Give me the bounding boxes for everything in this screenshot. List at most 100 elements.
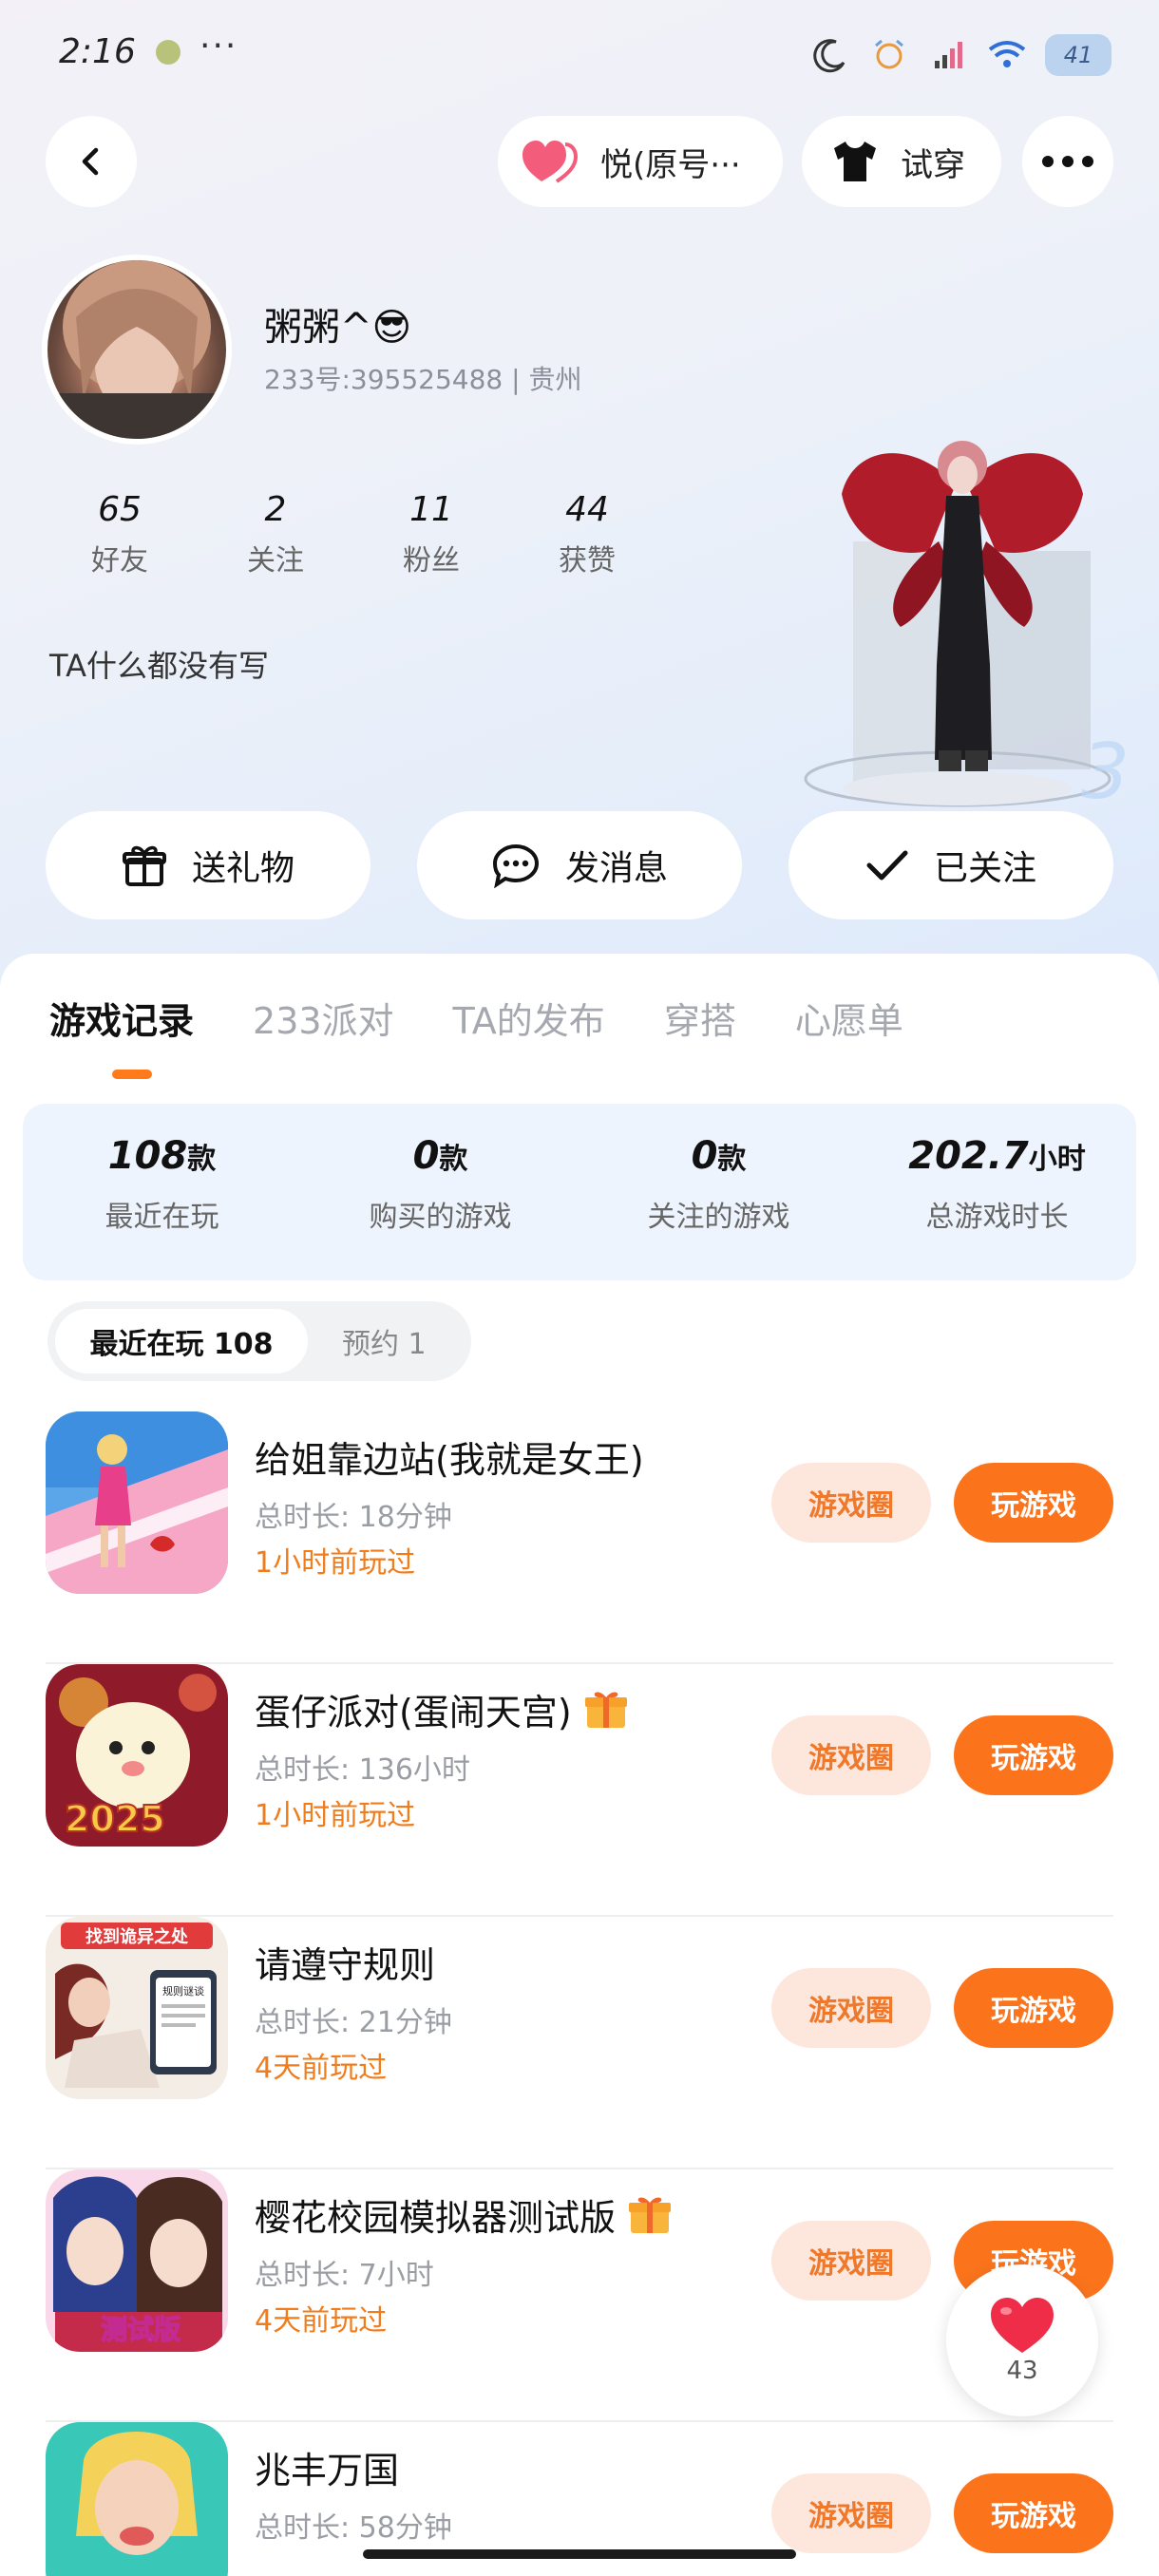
game-icon[interactable]: 测试版 bbox=[46, 2169, 228, 2352]
game-title-text: 兆丰万国 bbox=[255, 2450, 400, 2491]
game-duration: 总时长: 7小时 bbox=[255, 2259, 434, 2292]
profile-tabs: 游戏记录 233派对 TA的发布 穿搭 心愿单 bbox=[49, 992, 903, 1044]
game-duration: 总时长: 58分钟 bbox=[255, 2511, 452, 2545]
game-title: 请遵守规则 bbox=[255, 1936, 435, 1988]
status-more-icon: ··· bbox=[200, 27, 238, 66]
send-gift-button[interactable]: 送礼物 bbox=[46, 811, 370, 919]
stat-value: 44 bbox=[565, 490, 609, 529]
try-on-label: 试穿 bbox=[901, 145, 965, 184]
tab-outfits[interactable]: 穿搭 bbox=[664, 992, 736, 1044]
game-duration: 总时长: 21分钟 bbox=[255, 2006, 452, 2039]
stat-value: 11 bbox=[409, 490, 453, 529]
game-duration: 总时长: 18分钟 bbox=[255, 1501, 452, 1534]
send-gift-label: 送礼物 bbox=[191, 849, 294, 888]
game-title: 兆丰万国 bbox=[255, 2441, 399, 2493]
avatar-figure-image[interactable]: 3 bbox=[796, 427, 1138, 826]
summary-followed[interactable]: 0款 关注的游戏 bbox=[580, 1104, 858, 1280]
game-title-text: 请遵守规则 bbox=[255, 1944, 436, 1986]
summary-value: 108款 bbox=[23, 1134, 301, 1178]
tab-posts[interactable]: TA的发布 bbox=[453, 992, 605, 1044]
stat-likes[interactable]: 44 获赞 bbox=[509, 490, 665, 578]
game-last-played: 1小时前玩过 bbox=[255, 1799, 416, 1832]
subtab-recent[interactable]: 最近在玩 108 bbox=[55, 1309, 308, 1373]
summary-value: 202.7小时 bbox=[858, 1134, 1136, 1178]
tab-game-records[interactable]: 游戏记录 bbox=[49, 992, 194, 1044]
send-message-label: 发消息 bbox=[564, 849, 668, 888]
summary-label: 购买的游戏 bbox=[369, 1201, 512, 1234]
status-time: 2:16 bbox=[59, 32, 136, 71]
heart-icon bbox=[991, 2298, 1054, 2353]
game-row[interactable]: 给姐靠边站(我就是女王) 总时长: 18分钟 1小时前玩过 游戏圈 玩游戏 bbox=[0, 1411, 1159, 1664]
game-last-played: 4天前玩过 bbox=[255, 2304, 388, 2338]
game-title: 蛋仔派对(蛋闹天宫) bbox=[255, 1683, 629, 1735]
game-title: 给姐靠边站(我就是女王) bbox=[255, 1430, 644, 1483]
heart-icon bbox=[522, 141, 579, 183]
game-last-played: 1小时前玩过 bbox=[255, 1546, 416, 1580]
summary-number: 108 bbox=[107, 1134, 188, 1178]
game-title-text: 给姐靠边站(我就是女王) bbox=[255, 1439, 644, 1481]
gift-icon bbox=[122, 845, 166, 886]
try-on-button[interactable]: 试穿 bbox=[802, 116, 1001, 207]
bio-text: TA什么都没有写 bbox=[49, 648, 269, 684]
game-circle-button[interactable]: 游戏圈 bbox=[771, 1463, 931, 1543]
tab-233-party[interactable]: 233派对 bbox=[253, 992, 394, 1044]
avatar[interactable] bbox=[42, 255, 232, 445]
stat-value: 65 bbox=[98, 490, 142, 529]
summary-total-time[interactable]: 202.7小时 总游戏时长 bbox=[858, 1104, 1136, 1280]
status-right-icons: 41 bbox=[809, 28, 1112, 82]
subtab-reserved[interactable]: 预约 1 bbox=[342, 1309, 427, 1373]
play-game-button[interactable]: 玩游戏 bbox=[954, 1463, 1113, 1543]
followed-button[interactable]: 已关注 bbox=[788, 811, 1113, 919]
summary-purchased[interactable]: 0款 购买的游戏 bbox=[301, 1104, 580, 1280]
profile-page: 2:16 ··· 41 悦(原号··· 试穿 粥粥^😎 233号:3955254… bbox=[0, 0, 1159, 2576]
gift-badge-icon bbox=[584, 1692, 627, 1728]
game-circle-button[interactable]: 游戏圈 bbox=[771, 1715, 931, 1795]
cellular-signal-icon bbox=[927, 34, 969, 76]
game-row[interactable]: 找到诡异之处 规则谜谈 请遵守规则 总时长: 21分钟 4天前玩过 游戏圈 玩游… bbox=[0, 1917, 1159, 2169]
mood-label: 悦(原号··· bbox=[600, 145, 741, 184]
user-id-location: 233号:395525488 | 贵州 bbox=[264, 364, 582, 395]
summary-number: 202.7 bbox=[908, 1134, 1029, 1178]
stat-fans[interactable]: 11 粉丝 bbox=[353, 490, 509, 578]
game-title: 樱花校园模拟器测试版 bbox=[255, 2188, 673, 2241]
floating-like-button[interactable]: 43 bbox=[946, 2264, 1098, 2416]
battery-indicator: 41 bbox=[1045, 34, 1112, 76]
game-icon[interactable] bbox=[46, 2422, 228, 2576]
send-message-button[interactable]: 发消息 bbox=[417, 811, 742, 919]
game-circle-button[interactable]: 游戏圈 bbox=[771, 2221, 931, 2301]
summary-recent[interactable]: 108款 最近在玩 bbox=[23, 1104, 301, 1280]
chevron-left-icon bbox=[82, 147, 99, 176]
game-icon[interactable] bbox=[46, 1411, 228, 1594]
game-row[interactable]: 2025 蛋仔派对(蛋闹天宫) 总时长: 136小时 1小时前玩过 游戏圈 玩游… bbox=[0, 1664, 1159, 1917]
game-title-text: 蛋仔派对(蛋闹天宫) bbox=[255, 1692, 572, 1733]
svg-text:3: 3 bbox=[1081, 728, 1130, 816]
gift-badge-icon bbox=[629, 2197, 672, 2233]
game-circle-button[interactable]: 游戏圈 bbox=[771, 2473, 931, 2553]
chat-bubble-icon bbox=[492, 843, 539, 888]
tab-wishlist[interactable]: 心愿单 bbox=[795, 992, 903, 1044]
game-icon[interactable]: 找到诡异之处 规则谜谈 bbox=[46, 1917, 228, 2099]
stat-value: 2 bbox=[264, 490, 287, 529]
game-icon-badge: 测试版 bbox=[101, 2314, 180, 2345]
back-button[interactable] bbox=[46, 116, 137, 207]
play-game-button[interactable]: 玩游戏 bbox=[954, 2473, 1113, 2553]
moon-icon bbox=[809, 34, 851, 76]
summary-value: 0款 bbox=[580, 1134, 858, 1178]
game-icon-card-text: 规则谜谈 bbox=[162, 1984, 204, 1998]
game-icon[interactable]: 2025 bbox=[46, 1664, 228, 1847]
like-count: 43 bbox=[1006, 2357, 1038, 2385]
home-indicator[interactable] bbox=[363, 2549, 796, 2559]
game-last-played: 4天前玩过 bbox=[255, 2052, 388, 2085]
more-options-button[interactable] bbox=[1022, 116, 1113, 207]
mood-pill-button[interactable]: 悦(原号··· bbox=[498, 116, 783, 207]
stat-label: 好友 bbox=[91, 544, 148, 578]
stat-label: 粉丝 bbox=[403, 544, 460, 578]
play-game-button[interactable]: 玩游戏 bbox=[954, 1968, 1113, 2048]
stat-label: 关注 bbox=[247, 544, 304, 578]
stat-following[interactable]: 2 关注 bbox=[198, 490, 353, 578]
app-notification-icon bbox=[156, 40, 180, 65]
stat-friends[interactable]: 65 好友 bbox=[42, 490, 198, 578]
game-circle-button[interactable]: 游戏圈 bbox=[771, 1968, 931, 2048]
play-game-button[interactable]: 玩游戏 bbox=[954, 1715, 1113, 1795]
summary-number: 0 bbox=[691, 1134, 718, 1178]
